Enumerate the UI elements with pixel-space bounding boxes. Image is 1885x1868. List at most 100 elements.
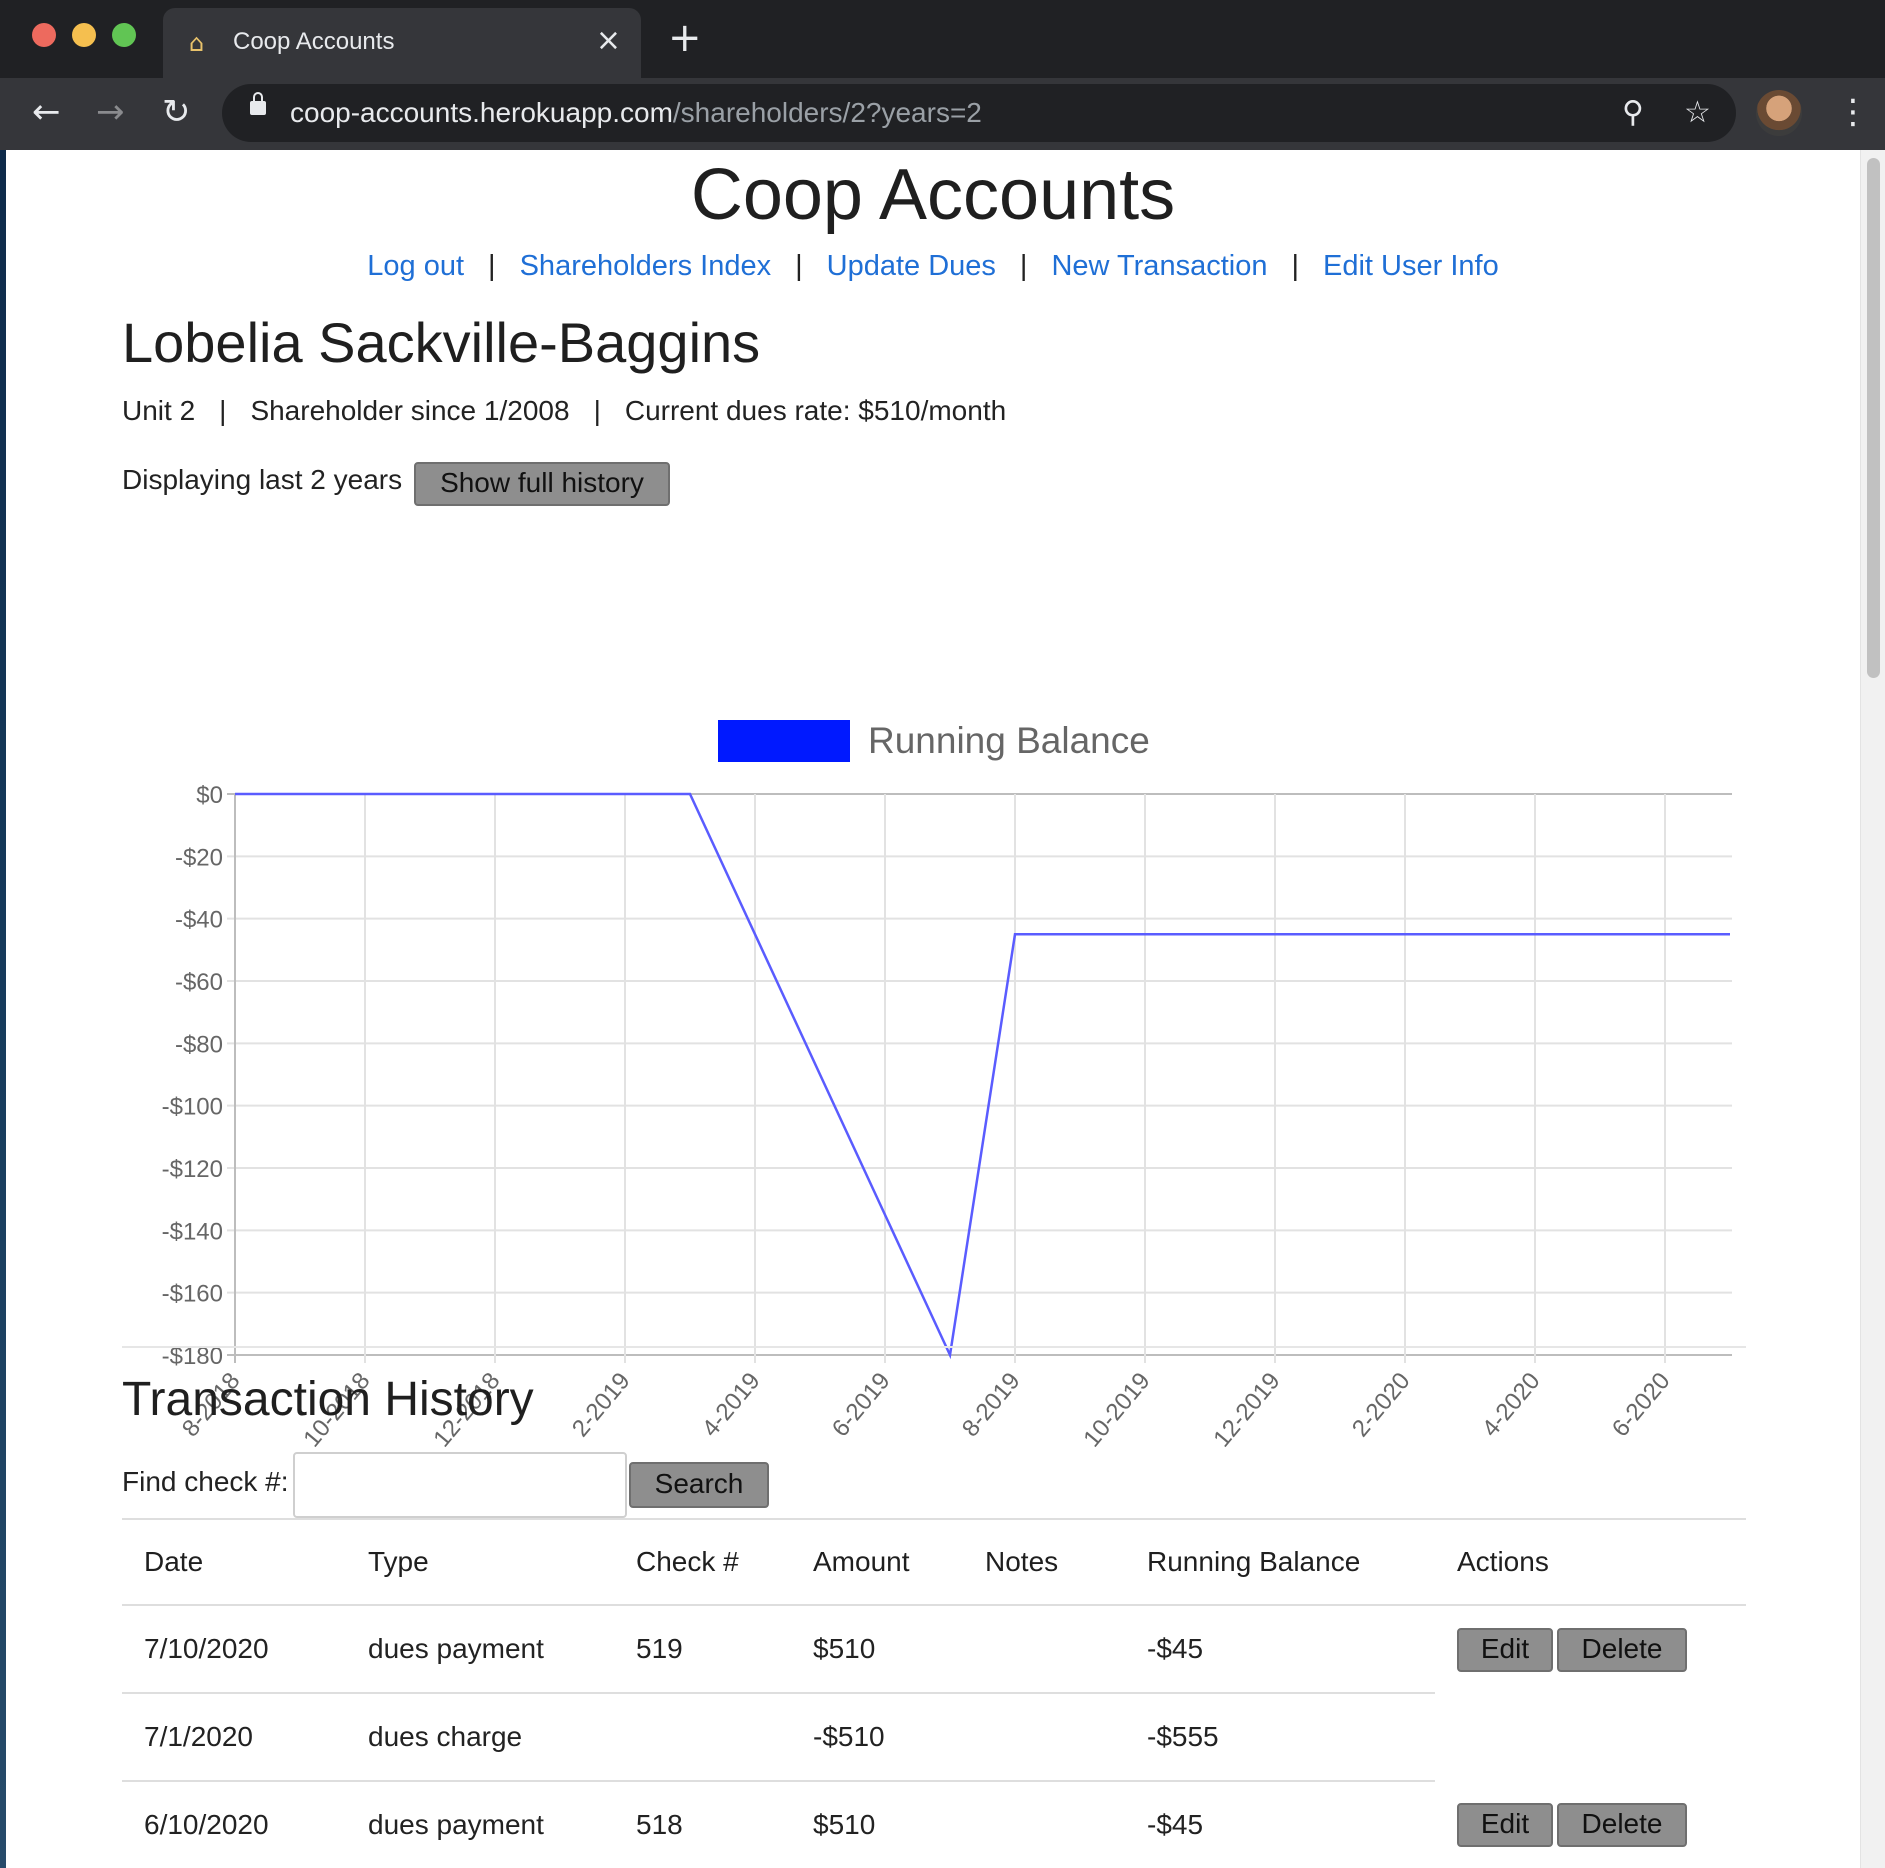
cell-balance: -$45 — [1125, 1605, 1435, 1694]
cell-amount: $510 — [791, 1781, 963, 1868]
x-tick-label: 6-2019 — [827, 1368, 896, 1443]
col-date: Date — [122, 1520, 346, 1606]
x-tick-label: 4-2019 — [697, 1368, 766, 1443]
col-actions: Actions — [1435, 1520, 1746, 1606]
menu-kebab-icon[interactable]: ⋮ — [1836, 92, 1870, 132]
cell-balance: -$555 — [1125, 1693, 1435, 1782]
browser-tab[interactable]: ⌂ Coop Accounts × — [163, 8, 641, 78]
y-tick-label: -$160 — [162, 1281, 223, 1308]
nav-separator: | — [795, 250, 803, 282]
browser-tab-bar: ⌂ Coop Accounts × + — [0, 0, 1885, 78]
cell-balance: -$45 — [1125, 1781, 1435, 1868]
profile-avatar[interactable] — [1756, 90, 1802, 136]
cell-amount: -$510 — [791, 1693, 963, 1782]
table-row: 7/10/2020 dues payment 519 $510 -$45 Edi… — [122, 1605, 1746, 1694]
running-balance-line — [235, 792, 1730, 1360]
running-balance-chart: $0-$20-$40-$60-$80-$100-$120-$140-$160-$… — [162, 720, 1732, 1453]
col-notes: Notes — [963, 1520, 1125, 1606]
cell-type: dues charge — [346, 1693, 614, 1782]
x-tick-label: 8-2019 — [957, 1368, 1026, 1443]
nav-shareholders-index[interactable]: Shareholders Index — [520, 250, 772, 282]
nav-separator: | — [488, 250, 496, 282]
cell-check — [614, 1693, 791, 1782]
cell-date: 7/1/2020 — [122, 1693, 346, 1782]
meta-separator: | — [219, 395, 227, 426]
find-check-label: Find check #: — [122, 1466, 289, 1497]
table-row: 7/1/2020 dues charge -$510 -$555 — [122, 1693, 1746, 1782]
page-scrollbar[interactable] — [1860, 150, 1885, 1868]
lock-icon — [250, 92, 266, 115]
table-row: 6/10/2020 dues payment 518 $510 -$45 Edi… — [122, 1781, 1746, 1868]
nav-edit-user-info[interactable]: Edit User Info — [1323, 250, 1499, 282]
tab-title: Coop Accounts — [233, 28, 395, 55]
main-nav: Log out | Shareholders Index | Update Dues | N… — [6, 250, 1860, 283]
search-button[interactable]: Search — [629, 1462, 769, 1508]
url-text[interactable]: coop-accounts.herokuapp.com/shareholders… — [290, 97, 982, 129]
x-tick-label: 10-2019 — [1078, 1368, 1155, 1453]
shareholder-meta: Unit 2 | Shareholder since 1/2008 | Current … — [122, 395, 1006, 427]
close-tab-icon[interactable]: × — [596, 26, 621, 56]
y-tick-label: -$60 — [175, 969, 223, 996]
forward-arrow-icon[interactable]: → — [96, 92, 125, 132]
cell-notes — [963, 1605, 1125, 1694]
col-check: Check # — [614, 1520, 791, 1606]
y-tick-label: -$120 — [162, 1156, 223, 1183]
edit-button[interactable]: Edit — [1457, 1803, 1553, 1847]
cell-notes — [963, 1693, 1125, 1782]
delete-button[interactable]: Delete — [1557, 1803, 1687, 1847]
legend-swatch — [718, 720, 850, 762]
x-tick-label: 6-2020 — [1607, 1368, 1676, 1443]
cell-check: 519 — [614, 1605, 791, 1694]
display-range-text: Displaying last 2 years — [122, 464, 403, 495]
nav-new-transaction[interactable]: New Transaction — [1051, 250, 1267, 282]
section-divider — [122, 1346, 1746, 1348]
cell-actions — [1435, 1693, 1746, 1781]
transaction-history-title: Transaction History — [122, 1373, 534, 1426]
nav-log-out[interactable]: Log out — [367, 250, 464, 282]
x-tick-label: 2-2019 — [567, 1368, 636, 1443]
legend-label: Running Balance — [868, 720, 1150, 761]
cell-actions: Edit Delete — [1435, 1605, 1746, 1693]
delete-button[interactable]: Delete — [1557, 1627, 1687, 1672]
new-tab-icon[interactable]: + — [668, 18, 702, 58]
close-window-button[interactable] — [32, 23, 56, 47]
col-amount: Amount — [791, 1520, 963, 1606]
table-header-row: Date Type Check # Amount Notes Running B… — [122, 1520, 1746, 1606]
cell-date: 7/10/2020 — [122, 1605, 346, 1694]
minimize-window-button[interactable] — [72, 23, 96, 47]
unit-label: Unit 2 — [122, 395, 196, 426]
zoom-magnifier-icon[interactable]: ⚲ — [1622, 94, 1644, 132]
shareholder-since: Shareholder since 1/2008 — [250, 395, 570, 426]
transactions-table: Date Type Check # Amount Notes Running B… — [122, 1520, 1746, 1868]
col-type: Type — [346, 1520, 614, 1606]
bookmark-star-icon[interactable]: ☆ — [1684, 94, 1711, 132]
show-full-history-button[interactable]: Show full history — [414, 462, 670, 506]
page-viewport: Coop Accounts Log out | Shareholders Index… — [6, 150, 1860, 1868]
back-arrow-icon[interactable]: ← — [32, 92, 61, 132]
y-tick-label: -$40 — [175, 907, 223, 934]
scrollbar-thumb[interactable] — [1867, 158, 1880, 678]
dues-rate: Current dues rate: $510/month — [624, 395, 1007, 426]
cell-notes — [963, 1781, 1125, 1868]
cell-check: 518 — [614, 1781, 791, 1868]
meta-separator: | — [593, 395, 601, 426]
edit-button[interactable]: Edit — [1457, 1627, 1553, 1672]
x-tick-label: 12-2019 — [1208, 1368, 1285, 1453]
x-tick-label: 4-2020 — [1477, 1368, 1546, 1443]
cell-amount: $510 — [791, 1605, 963, 1694]
y-tick-label: -$80 — [175, 1031, 223, 1058]
reload-icon[interactable]: ↻ — [162, 92, 191, 132]
col-running-balance: Running Balance — [1125, 1520, 1435, 1606]
cell-type: dues payment — [346, 1605, 614, 1694]
nav-separator: | — [1019, 250, 1028, 282]
nav-separator: | — [1291, 250, 1300, 282]
y-tick-label: -$140 — [162, 1218, 223, 1245]
y-tick-label: $0 — [196, 782, 223, 809]
shareholder-name: Lobelia Sackville-Baggins — [122, 311, 761, 374]
address-bar[interactable]: coop-accounts.herokuapp.com/shareholders… — [222, 84, 1736, 142]
zoom-window-button[interactable] — [112, 23, 136, 47]
find-check-input[interactable] — [293, 1452, 627, 1518]
nav-update-dues[interactable]: Update Dues — [827, 250, 996, 282]
cell-date: 6/10/2020 — [122, 1781, 346, 1868]
y-tick-label: -$100 — [162, 1094, 223, 1121]
